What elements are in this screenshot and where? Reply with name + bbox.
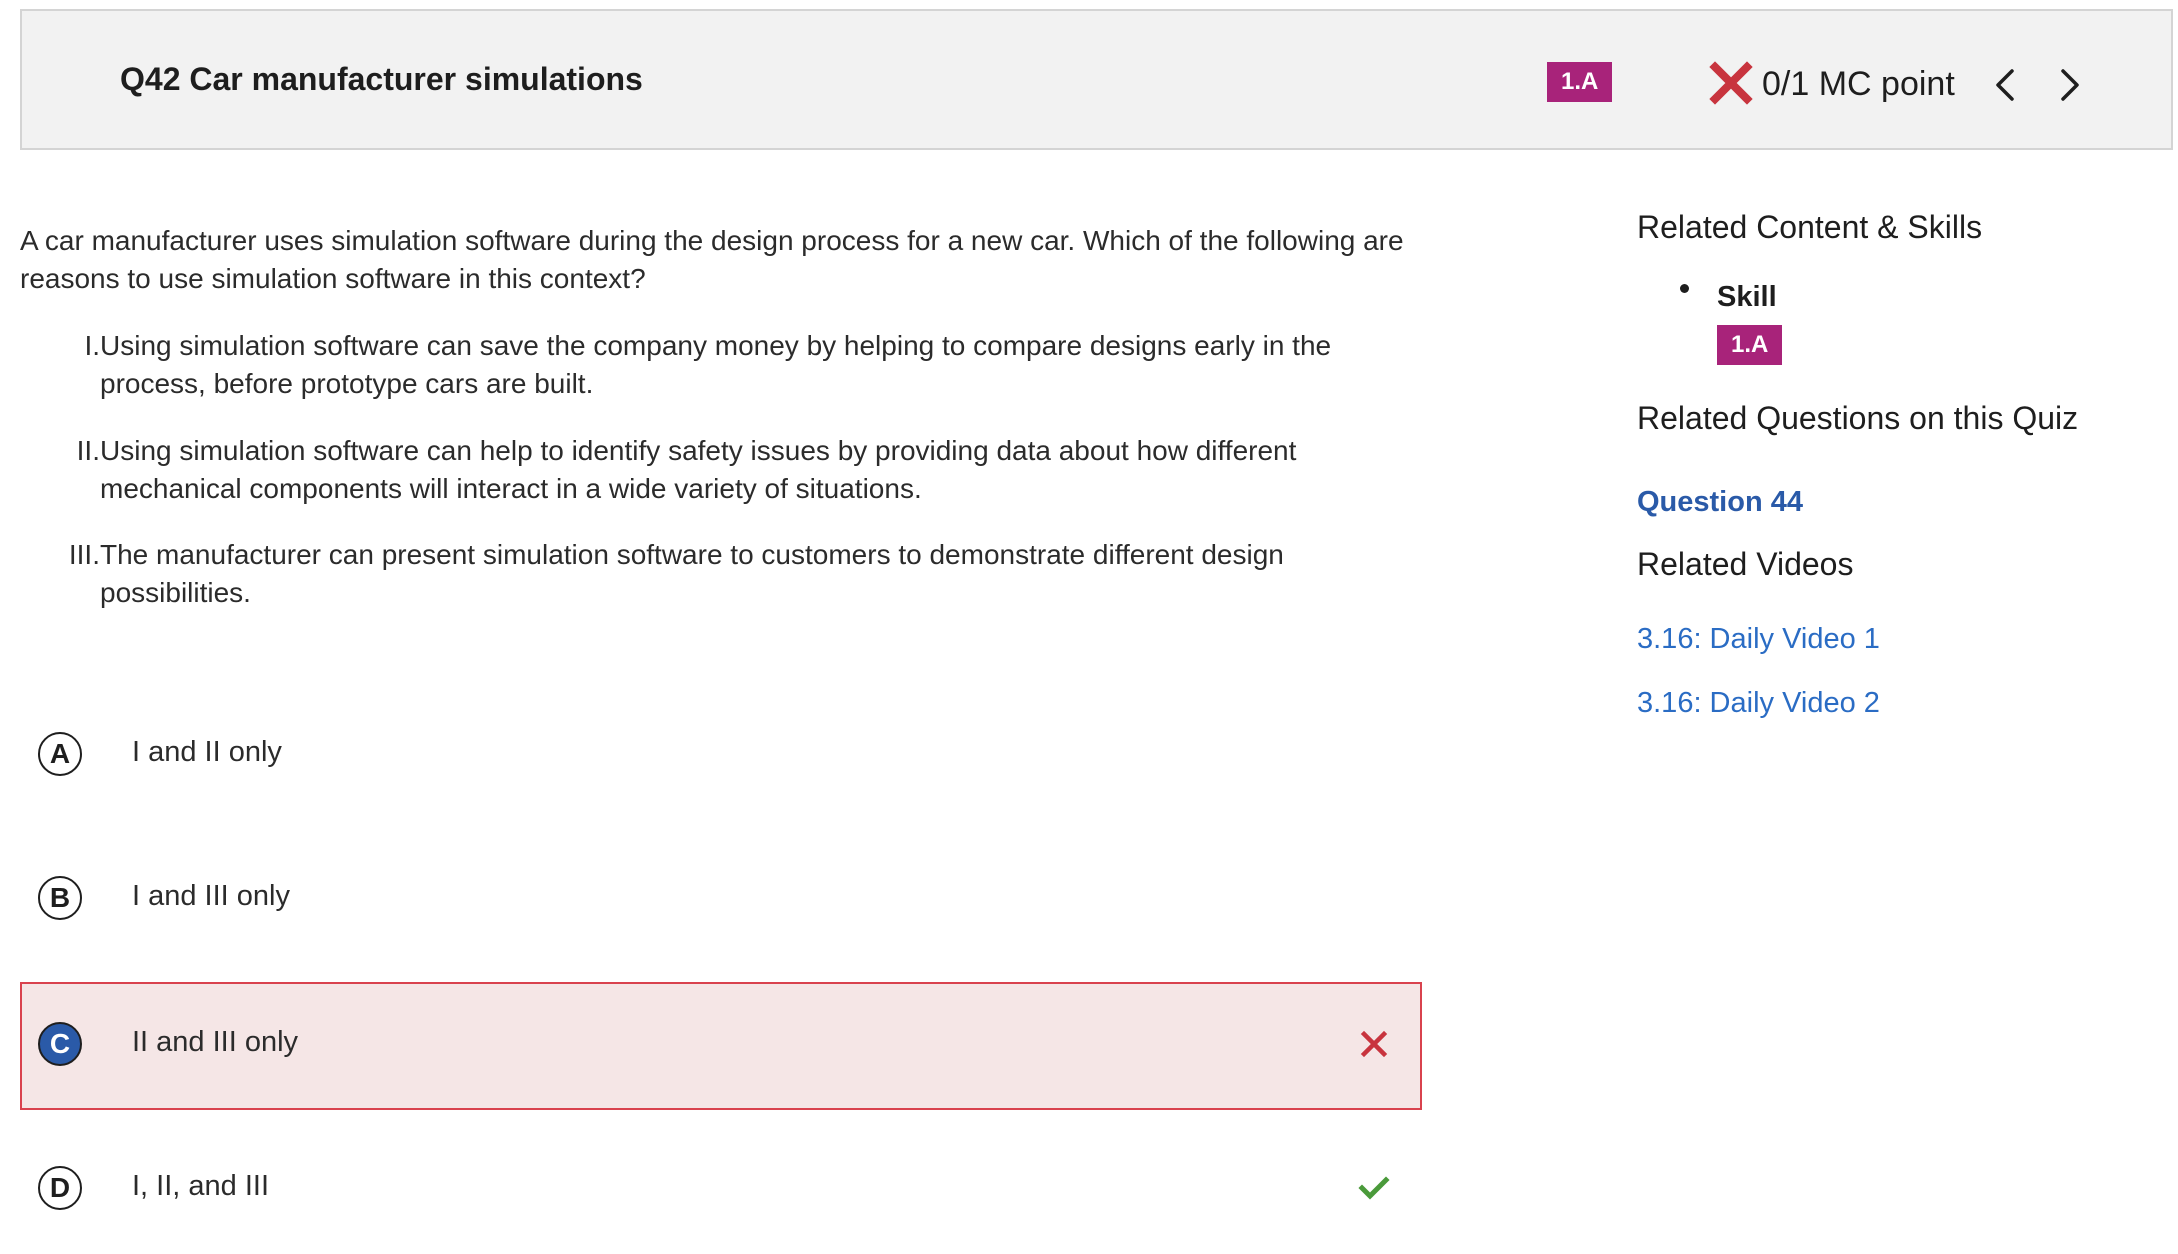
statement-text: Using simulation software can save the c…: [100, 330, 1332, 399]
video-link[interactable]: 3.16: Daily Video 1: [1637, 623, 1880, 656]
video-link[interactable]: 3.16: Daily Video 2: [1637, 687, 1880, 720]
choice-text: II and III only: [132, 1026, 299, 1058]
answer-choice-b[interactable]: B I and III only: [20, 836, 1422, 964]
question-title: Q42 Car manufacturer simulations: [120, 61, 643, 97]
choice-text: I and II only: [132, 736, 282, 768]
statement-number: I.: [84, 330, 100, 361]
bullet-icon: [1680, 284, 1689, 293]
chevron-right-icon[interactable]: [2051, 67, 2087, 103]
answer-choice-c[interactable]: C II and III only: [20, 982, 1422, 1110]
related-question-link[interactable]: Question 44: [1637, 486, 1803, 519]
question-stem: A car manufacturer uses simulation softw…: [20, 225, 1404, 294]
related-content-heading: Related Content & Skills: [1637, 209, 1983, 245]
choice-letter: D: [38, 1166, 82, 1210]
choice-letter: B: [38, 876, 82, 920]
answer-choice-d[interactable]: D I, II, and III: [20, 1126, 1422, 1254]
incorrect-x-icon: [1709, 61, 1753, 105]
related-videos-heading: Related Videos: [1637, 546, 1854, 582]
statement-text: Using simulation software can help to id…: [100, 435, 1297, 504]
correct-check-icon: [1358, 1176, 1390, 1200]
statement-number: III.: [68, 539, 100, 570]
skill-badge[interactable]: 1.A: [1717, 325, 1783, 365]
answer-choice-a[interactable]: A I and II only: [20, 692, 1422, 820]
statement-text: The manufacturer can present simulation …: [100, 539, 1284, 608]
choice-text: I, II, and III: [132, 1170, 270, 1202]
skill-badge[interactable]: 1.A: [1547, 62, 1613, 102]
related-questions-heading: Related Questions on this Quiz: [1637, 400, 2079, 436]
choice-letter: A: [38, 732, 82, 776]
score-text: 0/1 MC point: [1762, 65, 1955, 103]
chevron-left-icon[interactable]: [1988, 67, 2024, 103]
choice-text: I and III only: [132, 880, 290, 912]
skill-label: Skill: [1717, 281, 1777, 313]
question-header: Q42 Car manufacturer simulations 1.A 0/1…: [20, 9, 2173, 150]
choice-letter: C: [38, 1022, 82, 1066]
statement-number: II.: [76, 435, 100, 466]
incorrect-x-icon: [1360, 1030, 1388, 1058]
